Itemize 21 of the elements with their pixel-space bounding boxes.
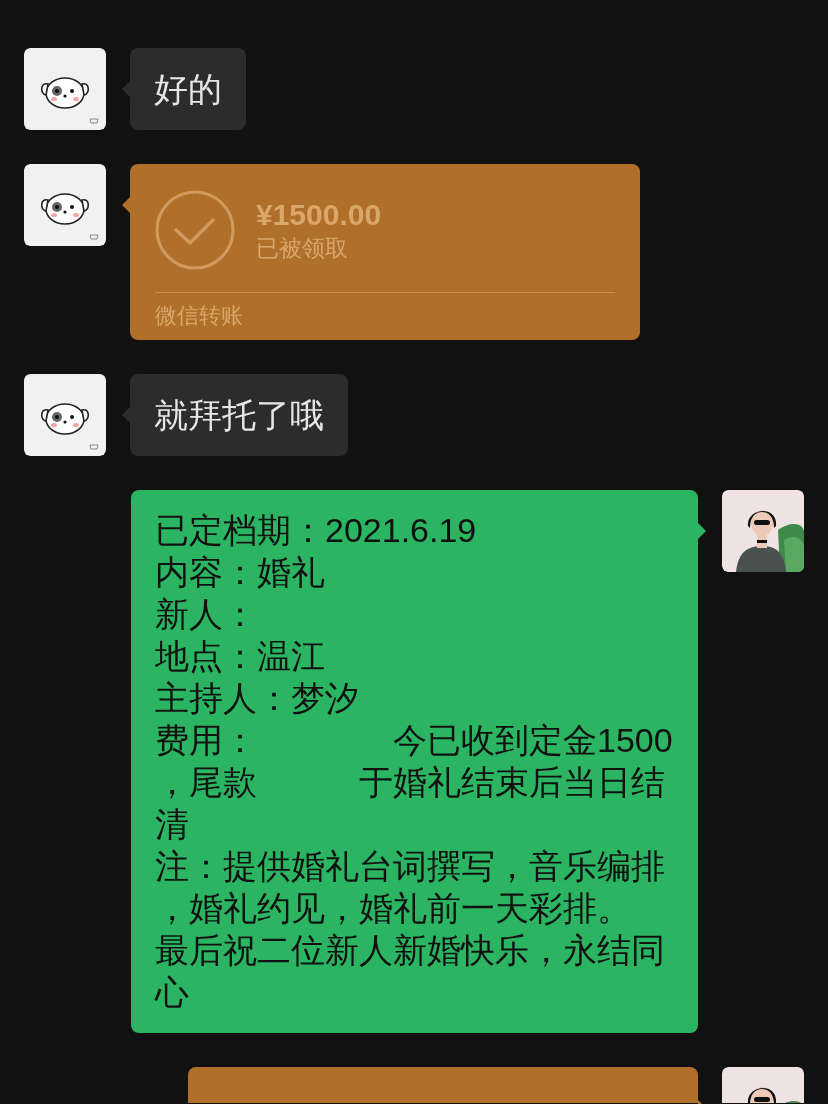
dog-avatar-icon xyxy=(24,48,106,130)
message-text: 好的 xyxy=(154,69,222,110)
message-text: 注：提供婚礼台词撰写，音乐编排，婚礼约见，婚礼前一天彩排。 xyxy=(155,846,666,929)
check-circle-icon xyxy=(155,190,235,270)
transfer-label: 微信转账 xyxy=(155,302,244,330)
dog-avatar-icon xyxy=(24,164,106,246)
transfer-status: 已被领取 xyxy=(256,234,349,263)
dog-avatar-icon xyxy=(24,374,106,456)
transfer-card[interactable] xyxy=(188,1067,698,1103)
message-text: 就拜托了哦 xyxy=(154,395,324,436)
transfer-card[interactable]: ¥1500.00 已被领取 微信转账 xyxy=(130,164,640,340)
message-text: 内容：婚礼 xyxy=(155,552,326,593)
message-text: 费用： 今已收到定金1500，尾款 于婚礼结束后当日结清 xyxy=(155,720,674,845)
message-text: 新人： xyxy=(155,594,258,635)
message-text: 已定档期：2021.6.19 xyxy=(155,510,478,551)
transfer-amount: ¥1500.00 xyxy=(256,197,382,233)
message-text: 主持人：梦汐 xyxy=(155,678,360,719)
person-avatar-icon xyxy=(722,490,804,572)
person-avatar-icon xyxy=(722,1067,804,1103)
message-text: 最后祝二位新人新婚快乐，永结同心 xyxy=(155,930,666,1013)
message-text: 地点：温江 xyxy=(155,636,326,677)
